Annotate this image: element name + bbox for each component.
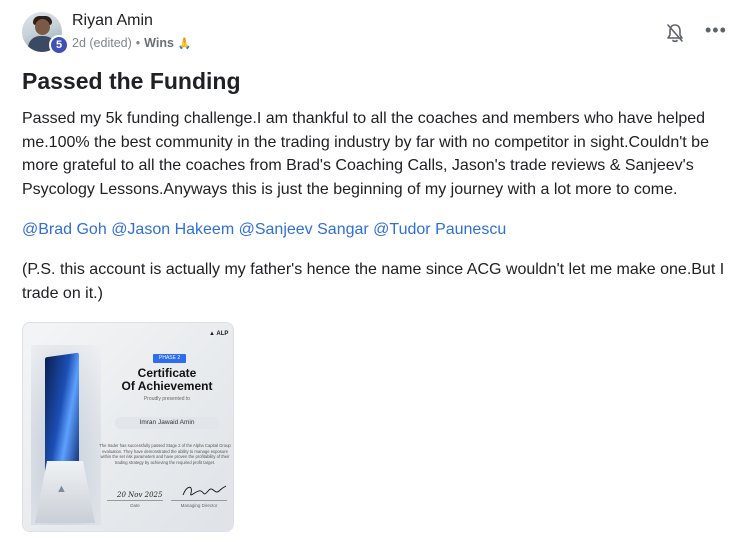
bell-off-icon[interactable]	[665, 22, 685, 44]
post-ps-paragraph: (P.S. this account is actually my father…	[22, 261, 725, 302]
date-label: Date	[130, 503, 140, 508]
mention-sanjeev-sangar[interactable]: @Sanjeev Sangar	[239, 221, 369, 238]
post-time: 2d (edited)	[72, 36, 132, 50]
certificate-date: 20 Nov 2025	[117, 491, 163, 499]
director-label: Managing Director	[180, 503, 218, 508]
meta-separator: •	[135, 36, 141, 50]
certificate-logo: ▲ ALP	[209, 331, 229, 337]
certificate-image[interactable]: ▲ ▲ ALP PHASE 2 Certificate Of Achieveme…	[22, 322, 234, 532]
post-meta: 2d (edited) • Wins 🙏	[72, 36, 192, 50]
certificate-title: Certificate Of Achievement	[105, 367, 229, 393]
date-line	[107, 500, 163, 501]
certificate-presented: Proudly presented to	[143, 396, 191, 402]
certificate-recipient: Imran Jawaid Amin	[115, 417, 219, 429]
trophy-crystal	[45, 352, 79, 478]
certificate-title-line2: Of Achievement	[121, 379, 213, 393]
signature-line	[171, 500, 227, 501]
mention-jason-hakeem[interactable]: @Jason Hakeem	[111, 221, 234, 238]
phase-badge: PHASE 2	[153, 354, 187, 363]
more-options-button[interactable]: •••	[705, 20, 727, 41]
category-emoji: 🙏	[177, 37, 192, 50]
avatar-head	[35, 19, 50, 35]
signature-graphic	[182, 485, 227, 496]
mention-brad-goh[interactable]: @Brad Goh	[22, 221, 107, 238]
mention-tudor-paunescu[interactable]: @Tudor Paunescu	[373, 221, 506, 238]
mentions-line: @Brad Goh @Jason Hakeem @Sanjeev Sangar …	[22, 218, 506, 242]
trophy-logo-icon: ▲	[56, 483, 67, 495]
certificate-body: The trader has successfully passed Stage…	[99, 443, 231, 465]
author-name[interactable]: Riyan Amin	[72, 12, 153, 30]
category-link[interactable]: Wins	[144, 36, 174, 50]
post-title: Passed the Funding	[22, 68, 241, 94]
level-badge: 5	[49, 35, 69, 55]
post-body-paragraph: Passed my 5k funding challenge.I am than…	[22, 110, 709, 198]
